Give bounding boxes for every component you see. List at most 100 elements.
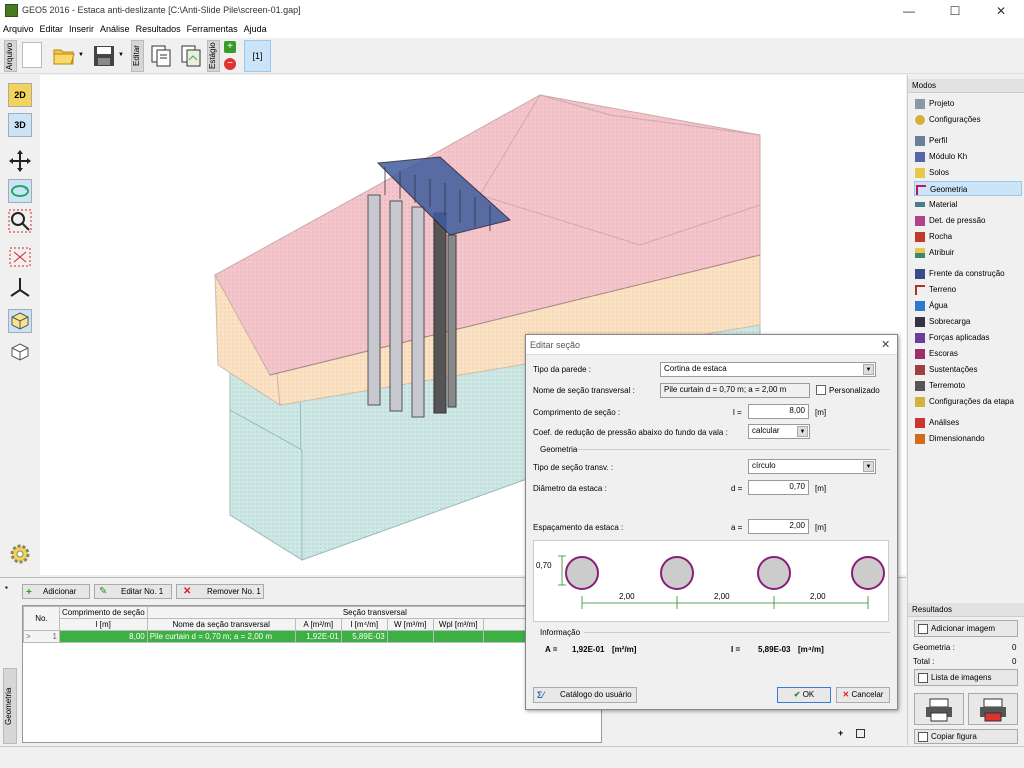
settings-gear-icon[interactable]: [8, 542, 32, 566]
move-icon[interactable]: [8, 149, 32, 173]
mode-atribuir[interactable]: Atribuir: [914, 245, 1022, 260]
stage-settings-icon: [915, 397, 925, 407]
remove-stage-icon[interactable]: −: [224, 58, 236, 70]
image-list-button[interactable]: Lista de imagens: [914, 669, 1018, 686]
menu-inserir[interactable]: Inserir: [66, 22, 97, 36]
mode-terremoto[interactable]: Terremoto: [914, 378, 1022, 393]
coef-label: Coef. de redução de pressão abaixo do fu…: [533, 428, 728, 437]
zoom-icon[interactable]: [8, 209, 32, 233]
copy-figure-button[interactable]: Copiar figura: [914, 729, 1018, 744]
solid-view-icon[interactable]: [8, 309, 32, 333]
tab-estagio[interactable]: Estágio: [207, 40, 220, 72]
wireframe-view-icon[interactable]: [8, 341, 32, 365]
mode-frente-construcao[interactable]: Frente da construção: [914, 266, 1022, 281]
results-header: Resultados: [908, 603, 1024, 617]
cancel-button[interactable]: ✕ Cancelar: [836, 687, 890, 703]
custom-label: Personalizado: [829, 386, 880, 395]
mode-sobrecarga[interactable]: Sobrecarga: [914, 314, 1022, 329]
sections-table: No. Comprimento de seção Seção transvers…: [23, 606, 601, 643]
ok-button[interactable]: ✔ OK: [777, 687, 831, 703]
table-row[interactable]: > 1 8,00 Pile curtain d = 0,70 m; a = 2,…: [23, 630, 601, 643]
copy-figure-icon: [918, 732, 928, 742]
open-dropdown-icon[interactable]: ▼: [78, 52, 84, 58]
diameter-input[interactable]: 0,70: [748, 480, 809, 495]
panel-pin-icon[interactable]: ▪: [5, 583, 8, 592]
stage-1-button[interactable]: [1]: [244, 40, 271, 72]
mode-geometria[interactable]: Geometria: [914, 181, 1022, 196]
length-unit: [m]: [815, 408, 827, 417]
menu-analise[interactable]: Análise: [97, 22, 133, 36]
minimize-button[interactable]: —: [886, 0, 932, 22]
maximize-button[interactable]: ☐: [932, 0, 978, 22]
section-type-label: Tipo de seção transv. :: [533, 463, 614, 472]
row-length: 8,00: [59, 630, 148, 643]
mode-projeto[interactable]: Projeto: [914, 96, 1022, 111]
geometry-group-label: Geometria: [540, 445, 578, 454]
mode-solos[interactable]: Solos: [914, 165, 1022, 180]
add-stage-icon[interactable]: +: [224, 41, 236, 53]
save-dropdown-icon[interactable]: ▼: [118, 52, 124, 58]
save-icon[interactable]: [92, 44, 116, 68]
axes-icon[interactable]: [8, 275, 32, 299]
edit-pencil-icon: ✎: [99, 586, 108, 597]
paste-icon[interactable]: [180, 44, 202, 68]
earthquake-icon: [915, 381, 925, 391]
length-input[interactable]: 8,00: [748, 404, 809, 419]
tab-editar[interactable]: Editar: [131, 40, 144, 72]
menu-ajuda[interactable]: Ajuda: [241, 22, 270, 36]
add-button[interactable]: + Adicionar: [22, 584, 90, 599]
supports-icon: [915, 365, 925, 375]
print-pdf-button[interactable]: [968, 693, 1018, 725]
close-button[interactable]: ✕: [978, 0, 1024, 22]
mode-det-pressao[interactable]: Det. de pressão: [914, 213, 1022, 228]
mode-analises[interactable]: Análises: [914, 415, 1022, 430]
mode-perfil[interactable]: Perfil: [914, 133, 1022, 148]
add-image-button[interactable]: Adicionar imagem: [914, 620, 1018, 637]
add-image-icon: [918, 624, 928, 634]
info-group-label: Informação: [540, 628, 581, 637]
mode-material[interactable]: Material: [914, 197, 1022, 212]
mode-rocha[interactable]: Rocha: [914, 229, 1022, 244]
total-count-label: Total :: [913, 657, 935, 666]
coef-select[interactable]: calcular ▼: [748, 424, 810, 439]
print-button[interactable]: [914, 693, 964, 725]
window-title: GEO5 2016 - Estaca anti-deslizante [C:\A…: [22, 5, 301, 15]
col-wpl: Wpl [m³/m]: [432, 618, 484, 631]
mode-terreno[interactable]: Terreno: [914, 282, 1022, 297]
menu-resultados[interactable]: Resultados: [133, 22, 184, 36]
section-type-select[interactable]: círculo ▼: [748, 459, 876, 474]
custom-checkbox[interactable]: [816, 385, 826, 395]
open-folder-icon[interactable]: [52, 44, 76, 66]
mode-configuracoes[interactable]: Configurações: [914, 112, 1022, 127]
wall-type-select[interactable]: Cortina de estaca ▼: [660, 362, 876, 377]
mode-agua[interactable]: Água: [914, 298, 1022, 313]
mode-dimensionando[interactable]: Dimensionando: [914, 431, 1022, 446]
title-bar: GEO5 2016 - Estaca anti-deslizante [C:\A…: [0, 0, 1024, 22]
user-catalog-button[interactable]: Σ⁄ Catálogo do usuário: [533, 687, 637, 703]
grid-toggle-icon[interactable]: [856, 729, 865, 738]
new-file-icon[interactable]: [22, 42, 42, 68]
remove-button[interactable]: ✕ Remover No. 1: [176, 584, 264, 599]
menu-ferramentas[interactable]: Ferramentas: [184, 22, 241, 36]
mode-config-etapa[interactable]: Configurações da etapa: [914, 394, 1022, 409]
edit-button[interactable]: ✎ Editar No. 1: [94, 584, 172, 599]
rotate-icon[interactable]: [8, 179, 32, 203]
mode-forcas-aplicadas[interactable]: Forças aplicadas: [914, 330, 1022, 345]
copy-icon[interactable]: [150, 44, 172, 68]
menu-editar[interactable]: Editar: [37, 22, 67, 36]
tab-arquivo[interactable]: Arquivo: [4, 40, 17, 72]
section-name-field[interactable]: Pile curtain d = 0,70 m; a = 2,00 m: [660, 383, 810, 398]
dialog-close-icon[interactable]: ✕: [881, 338, 890, 351]
mode-modulo-kh[interactable]: Módulo Kh: [914, 149, 1022, 164]
tab-geometria[interactable]: Geometria: [3, 668, 17, 744]
mode-escoras[interactable]: Escoras: [914, 346, 1022, 361]
view-3d-button[interactable]: 3D: [8, 113, 32, 137]
geometry-icon: [916, 185, 926, 195]
mode-sustentacoes[interactable]: Sustentações: [914, 362, 1022, 377]
spacing-input[interactable]: 2,00: [748, 519, 809, 534]
plus-icon[interactable]: +: [838, 728, 843, 738]
water-icon: [915, 301, 925, 311]
view-2d-button[interactable]: 2D: [8, 83, 32, 107]
menu-arquivo[interactable]: Arquivo: [0, 22, 37, 36]
zoom-fit-icon[interactable]: [8, 245, 32, 269]
